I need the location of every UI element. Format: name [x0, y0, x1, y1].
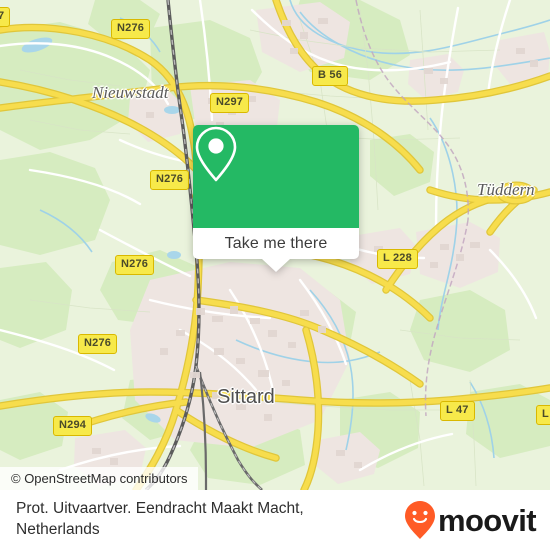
attribution-text: © OpenStreetMap contributors: [11, 471, 188, 486]
moovit-pin-icon: [404, 501, 435, 539]
map-attribution[interactable]: © OpenStreetMap contributors: [0, 467, 198, 490]
callout-action-panel[interactable]: Take me there: [193, 228, 359, 272]
place-label: Tüddern: [477, 180, 535, 199]
footer-bar: Prot. Uitvaartver. Eendracht Maakt Macht…: [0, 490, 550, 550]
app-root: Nieuwstadt Tüddern Sittard 7 N276 B 56 N…: [0, 0, 550, 550]
map-pin-icon: [195, 126, 237, 182]
take-me-there-label: Take me there: [224, 234, 328, 252]
road-shield: N297: [210, 93, 250, 113]
place-label: Nieuwstadt: [92, 83, 169, 102]
place-label: Sittard: [217, 386, 275, 408]
map-canvas[interactable]: Nieuwstadt Tüddern Sittard 7 N276 B 56 N…: [0, 0, 550, 490]
road-shield: N276: [150, 170, 190, 190]
road-shield: N276: [78, 334, 118, 354]
moovit-logo[interactable]: moovit: [403, 500, 537, 540]
callout-pointer: [262, 259, 290, 272]
destination-callout[interactable]: Take me there: [193, 125, 359, 272]
road-shield: L 47: [440, 401, 475, 421]
road-shield: L: [536, 405, 550, 425]
road-shield: 7: [0, 7, 11, 27]
location-title: Prot. Uitvaartver. Eendracht Maakt Macht…: [16, 500, 304, 538]
callout-icon-panel: [193, 125, 359, 228]
road-shield: N294: [53, 416, 93, 436]
road-shield: N276: [111, 19, 151, 39]
road-shield: B 56: [312, 66, 349, 86]
road-shield: N276: [115, 255, 155, 275]
moovit-wordmark: moovit: [437, 502, 537, 538]
road-shield: L 228: [377, 249, 418, 269]
